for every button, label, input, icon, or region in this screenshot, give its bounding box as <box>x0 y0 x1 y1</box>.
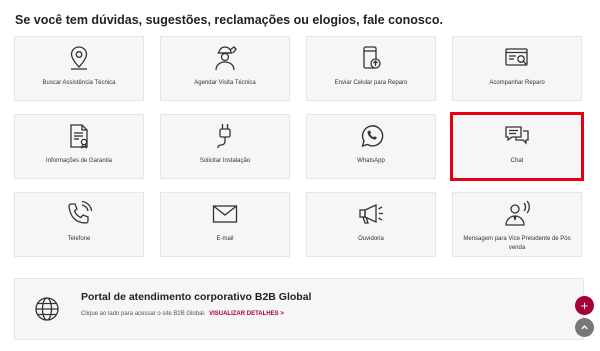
b2b-portal-banner[interactable]: Portal de atendimento corporativo B2B Gl… <box>14 278 584 340</box>
view-details-link[interactable]: VISUALIZAR DETALHES > <box>209 311 284 317</box>
megaphone-icon <box>356 199 386 229</box>
card-informacoes-garantia[interactable]: Informações de Garantia <box>14 114 144 179</box>
section-heading: Se você tem dúvidas, sugestões, reclamaç… <box>15 13 443 27</box>
card-label: Informações de Garantia <box>45 158 113 164</box>
portal-title: Portal de atendimento corporativo B2B Gl… <box>81 291 312 303</box>
card-label: Acompanhar Reparo <box>489 80 545 86</box>
card-mensagem-vp[interactable]: Mensagem para Vice Presidente de Pós ven… <box>452 192 582 257</box>
card-email[interactable]: E-mail <box>160 192 290 257</box>
whatsapp-icon <box>356 121 386 151</box>
card-ouvidoria[interactable]: Ouvidoria <box>306 192 436 257</box>
chevron-right-icon: > <box>280 311 284 317</box>
card-label: Telefone <box>67 236 91 242</box>
plus-icon: + <box>580 298 589 313</box>
phone-upload-icon <box>356 43 386 73</box>
card-agendar-visita[interactable]: Agendar Visita Técnica <box>160 36 290 101</box>
view-details-label: VISUALIZAR DETALHES <box>209 311 279 317</box>
card-label: E-mail <box>216 236 234 242</box>
technician-icon <box>210 43 240 73</box>
card-label: Buscar Assistência Técnica <box>42 80 116 86</box>
plug-icon <box>210 121 240 151</box>
card-whatsapp[interactable]: WhatsApp <box>306 114 436 179</box>
card-label: Chat <box>510 158 524 164</box>
card-acompanhar-reparo[interactable]: Acompanhar Reparo <box>452 36 582 101</box>
executive-icon <box>502 199 532 229</box>
card-solicitar-instalacao[interactable]: Solicitar Instalação <box>160 114 290 179</box>
tracking-icon <box>502 43 532 73</box>
contact-options-grid: Buscar Assistência Técnica Agendar Visit… <box>14 36 584 257</box>
mail-icon <box>210 199 240 229</box>
card-label: Ouvidoria <box>358 236 384 242</box>
globe-icon <box>34 296 60 322</box>
chevron-up-icon <box>580 321 589 334</box>
card-enviar-celular[interactable]: Enviar Celular para Reparo <box>306 36 436 101</box>
card-buscar-assistencia[interactable]: Buscar Assistência Técnica <box>14 36 144 101</box>
map-pin-icon <box>64 43 94 73</box>
card-chat[interactable]: Chat <box>450 112 584 181</box>
warranty-document-icon <box>64 121 94 151</box>
back-to-top-button[interactable] <box>575 318 594 337</box>
card-label: Mensagem para Vice Presidente de Pós ven… <box>463 236 571 251</box>
chat-icon <box>502 121 532 151</box>
portal-description-text: Clique ao lado para acessar o site B2B G… <box>81 311 206 317</box>
card-label: WhatsApp <box>357 158 385 164</box>
portal-description: Clique ao lado para acessar o site B2B G… <box>81 311 284 317</box>
add-floating-button[interactable]: + <box>575 296 594 315</box>
phone-icon <box>64 199 94 229</box>
card-label: Agendar Visita Técnica <box>194 80 256 86</box>
card-telefone[interactable]: Telefone <box>14 192 144 257</box>
card-label: Solicitar Instalação <box>199 158 251 164</box>
card-label: Enviar Celular para Reparo <box>334 80 408 86</box>
